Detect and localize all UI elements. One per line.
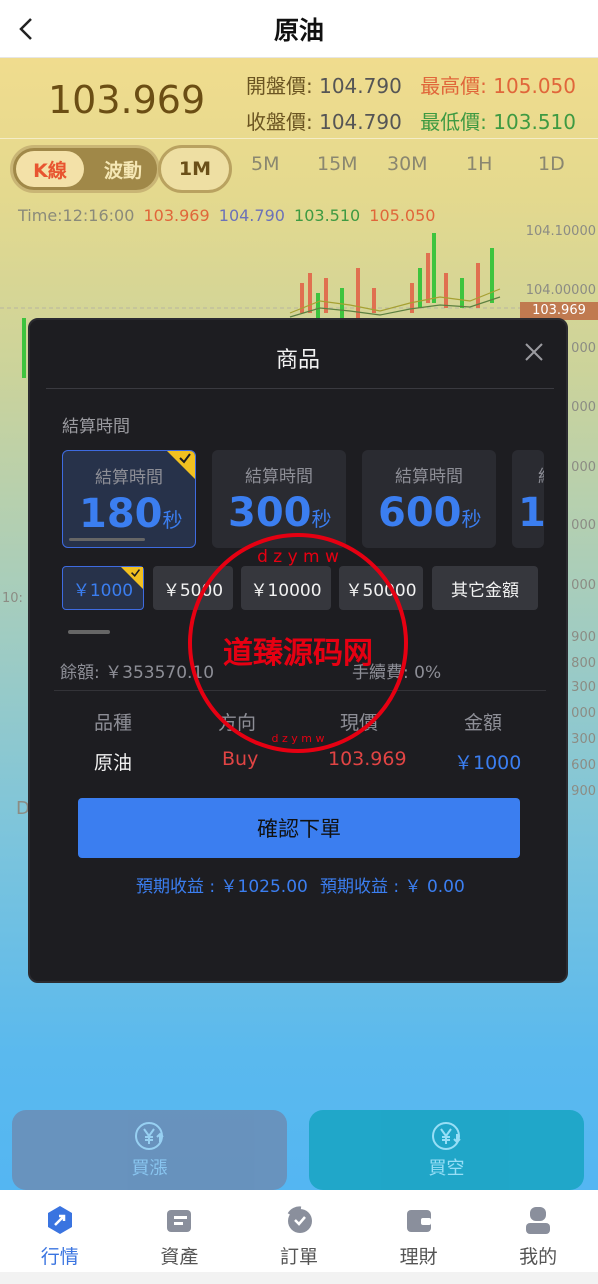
interval-5m[interactable]: 5M	[251, 153, 279, 175]
chart-mode-toggle[interactable]: K線 波動	[10, 145, 160, 193]
info-value-amount: ￥1000	[454, 752, 522, 774]
check-icon	[131, 569, 141, 578]
last-price: 103.969	[48, 78, 206, 122]
high-label: 最高價:	[420, 74, 487, 98]
time-card-title: 結算時間	[395, 467, 463, 487]
chevron-left-icon	[19, 18, 32, 40]
wave-tab[interactable]: 波動	[89, 151, 157, 187]
time-card-180[interactable]: 結算時間 180秒	[62, 450, 196, 548]
check-icon	[179, 453, 191, 464]
low-label: 最低價:	[420, 110, 487, 134]
assets-icon	[167, 1210, 192, 1232]
ma-line-1	[289, 288, 501, 314]
axis-tick: 000	[571, 518, 596, 533]
amount-1000[interactable]: ￥1000	[62, 566, 144, 610]
axis-tick: 300	[571, 732, 596, 747]
time-card-title: 結算時間	[245, 467, 313, 487]
amount-label: 其它金額	[451, 580, 519, 601]
market-icon	[47, 1206, 72, 1234]
buy-down-label: 買空	[428, 1158, 465, 1179]
axis-tick: 900	[571, 630, 596, 645]
time-card-value: 180秒	[79, 491, 183, 537]
nav-item-wallet[interactable]: 理財	[379, 1204, 459, 1269]
axis-label-top: 104.10000	[525, 224, 596, 239]
interval-1d[interactable]: 1D	[538, 153, 565, 175]
close-icon[interactable]	[522, 340, 546, 364]
time-card-title: 結	[538, 462, 544, 487]
top-header: 原油	[0, 0, 598, 58]
axis-tick: 900	[571, 784, 596, 799]
low-value: 103.510	[493, 110, 577, 134]
axis-tick: 000	[571, 341, 596, 356]
close-label: 收盤價:	[246, 110, 313, 134]
close-value: 104.790	[319, 110, 402, 134]
nav-label: 理財	[399, 1246, 438, 1268]
watermark-ring-top: d z y m w	[257, 547, 339, 567]
yen-down-icon	[431, 1122, 461, 1150]
wallet-icon	[406, 1210, 431, 1232]
interval-bar: K線 波動 1M 5M 15M 30M 1H 1D	[0, 138, 598, 198]
modal-title: 商品	[275, 348, 320, 373]
back-button[interactable]	[12, 14, 42, 44]
watermark-text: 道臻源码网	[223, 636, 373, 671]
axis-tick: 300	[571, 680, 596, 695]
interval-30m[interactable]: 30M	[387, 153, 428, 175]
nav-item-market[interactable]: 行情	[20, 1204, 100, 1269]
watermark-stamp: 道臻源码网 d z y m w d z y m w	[188, 533, 408, 753]
open-value: 104.790	[319, 74, 402, 98]
axis-label-mid: 104.00000	[525, 283, 596, 298]
watermark-ring-bottom: d z y m w	[272, 732, 325, 745]
nav-item-profile[interactable]: 我的	[498, 1204, 578, 1269]
axis-tick: 000	[571, 706, 596, 721]
nav-item-assets[interactable]: 資產	[139, 1204, 219, 1269]
profile-icon	[526, 1207, 551, 1234]
nav-label: 行情	[40, 1246, 79, 1268]
buy-up-button[interactable]: 買漲	[12, 1110, 287, 1190]
nav-label: 資產	[160, 1246, 199, 1268]
quote-line-open-high: 開盤價: 104.790 最高價: 105.050	[246, 70, 576, 99]
nav-label: 我的	[519, 1246, 558, 1268]
axis-tick: 800	[571, 656, 596, 671]
settle-time-label: 結算時間	[62, 417, 130, 437]
buy-down-button[interactable]: 買空	[309, 1110, 584, 1190]
scroll-indicator	[68, 630, 110, 634]
quote-line-close-low: 收盤價: 104.790 最低價: 103.510	[246, 106, 576, 135]
expected-profit-1: 預期收益 : ￥1025.00	[136, 877, 308, 897]
orders-icon	[287, 1206, 312, 1233]
interval-1m[interactable]: 1M	[158, 145, 232, 193]
info-value-product: 原油	[94, 752, 133, 774]
axis-tick: 000	[571, 578, 596, 593]
price-row: 103.969 開盤價: 104.790 最高價: 105.050 收盤價: 1…	[0, 58, 598, 136]
time-card-underline	[69, 538, 145, 541]
yen-up-icon	[134, 1122, 164, 1150]
expected-profit-2: 預期收益 : ￥ 0.00	[320, 877, 465, 897]
info-head-product: 品種	[94, 712, 133, 734]
time-card-value: 12	[518, 490, 544, 536]
amount-other[interactable]: 其它金額	[432, 566, 538, 610]
nav-item-orders[interactable]: 訂單	[259, 1204, 339, 1269]
high-value: 105.050	[493, 74, 577, 98]
nav-label: 訂單	[279, 1246, 318, 1268]
kline-tab[interactable]: K線	[16, 151, 84, 187]
interval-15m[interactable]: 15M	[317, 153, 358, 175]
bottom-nav: 行情 資產 訂單 理財 我的	[0, 1190, 598, 1272]
time-card-partial[interactable]: 結 12	[512, 450, 544, 548]
interval-1h[interactable]: 1H	[466, 153, 492, 175]
page-title: 原油	[273, 15, 324, 45]
open-label: 開盤價:	[246, 74, 313, 98]
axis-left-tick: 10:	[2, 591, 23, 606]
modal-divider	[46, 388, 554, 389]
axis-tick: 000	[571, 460, 596, 475]
info-head-amount: 金額	[464, 712, 503, 734]
axis-tick: 600	[571, 758, 596, 773]
confirm-order-button[interactable]: 確認下單	[78, 798, 520, 858]
axis-tick: 000	[571, 400, 596, 415]
buy-up-label: 買漲	[131, 1158, 168, 1179]
